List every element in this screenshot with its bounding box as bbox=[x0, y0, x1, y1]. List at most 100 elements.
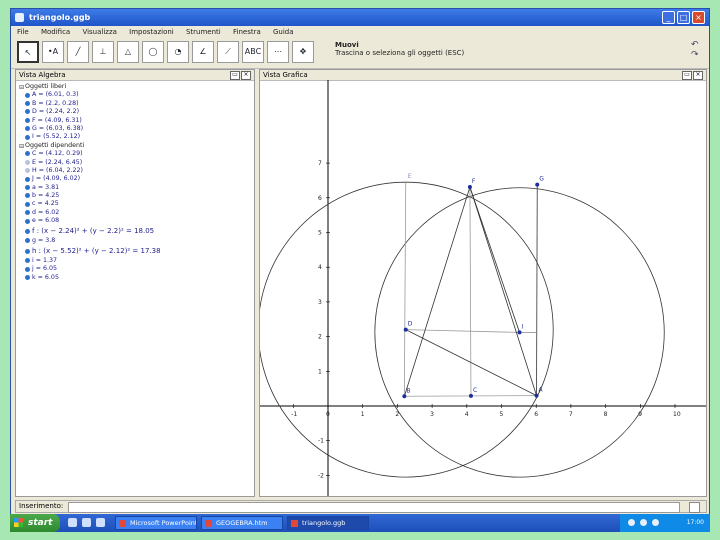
menu-edit[interactable]: Modifica bbox=[41, 28, 70, 36]
reflect-icon[interactable]: ⟋ bbox=[217, 41, 239, 63]
geometry-canvas[interactable]: -1 0 1 2 3 4 5 6 7 8 9 107654321-1-2EF GD IB C A bbox=[260, 80, 706, 496]
algebra-item[interactable]: F = (4.09, 6.31) bbox=[19, 117, 254, 125]
algebra-item[interactable]: j = 6.05 bbox=[19, 265, 254, 273]
algebra-group[interactable]: ⊟Oggetti liberi bbox=[19, 83, 254, 91]
menu-options[interactable]: Impostazioni bbox=[129, 28, 174, 36]
menu-help[interactable]: Guida bbox=[273, 28, 294, 36]
algebra-item[interactable]: C = (4.12, 0.29) bbox=[19, 150, 254, 158]
visibility-toggle-icon[interactable] bbox=[25, 210, 30, 216]
quicklaunch-desktop-icon[interactable] bbox=[82, 518, 91, 527]
algebra-item[interactable]: i = 1.37 bbox=[19, 257, 254, 265]
algebra-item[interactable]: f : (x − 2.24)² + (y − 2.2)² = 18.05 bbox=[19, 226, 254, 238]
input-help-icon[interactable] bbox=[689, 502, 700, 513]
circle-icon[interactable]: ◯ bbox=[142, 41, 164, 63]
algebra-item[interactable]: B = (2.2, 0.28) bbox=[19, 100, 254, 108]
visibility-toggle-icon[interactable] bbox=[25, 228, 30, 234]
algebra-item[interactable]: J = (4.09, 6.02) bbox=[19, 175, 254, 183]
undo-icon[interactable]: ↶ bbox=[691, 40, 705, 50]
y-tick-label: 6 bbox=[318, 195, 322, 202]
redo-icon[interactable]: ↷ bbox=[691, 50, 705, 60]
graphics-view[interactable]: Vista Grafica ▭ × -1 0 1 2 3 4 5 6 7 8 9 10 7 6 5 4 3 2 1-… bbox=[259, 69, 707, 497]
move-view-icon[interactable]: ✥ bbox=[292, 41, 314, 63]
algebra-item[interactable]: G = (6.03, 6.38) bbox=[19, 125, 254, 133]
quicklaunch-ie-icon[interactable] bbox=[68, 518, 77, 527]
menu-file[interactable]: File bbox=[17, 28, 29, 36]
algebra-item-text: D = (2.24, 2.2) bbox=[32, 108, 80, 116]
visibility-toggle-icon[interactable] bbox=[25, 248, 30, 254]
title-bar[interactable]: triangolo.ggb _ □ × bbox=[11, 9, 709, 26]
collapse-icon[interactable]: ⊟ bbox=[19, 84, 24, 92]
algebra-item[interactable]: E = (2.24, 6.45) bbox=[19, 159, 254, 167]
visibility-toggle-icon[interactable] bbox=[25, 117, 30, 123]
slider-icon[interactable]: ⋯ bbox=[267, 41, 289, 63]
visibility-toggle-icon[interactable] bbox=[25, 184, 30, 190]
algebra-item[interactable]: c = 4.25 bbox=[19, 200, 254, 208]
visibility-toggle-icon[interactable] bbox=[25, 168, 30, 174]
visibility-toggle-icon[interactable] bbox=[25, 193, 30, 199]
point-icon[interactable]: •A bbox=[42, 41, 64, 63]
system-tray: 17:00 bbox=[620, 514, 710, 532]
menu-window[interactable]: Finestra bbox=[233, 28, 261, 36]
collapse-icon[interactable]: ⊟ bbox=[19, 143, 24, 151]
segment-DI bbox=[405, 329, 520, 333]
visibility-toggle-icon[interactable] bbox=[25, 159, 30, 165]
menu-tools[interactable]: Strumenti bbox=[186, 28, 221, 36]
algebra-item[interactable]: H = (6.04, 2.22) bbox=[19, 167, 254, 175]
maximize-button[interactable]: □ bbox=[677, 11, 690, 24]
start-button[interactable]: start bbox=[10, 514, 60, 532]
algebra-group[interactable]: ⊟Oggetti dipendenti bbox=[19, 142, 254, 150]
input-field[interactable] bbox=[68, 502, 680, 513]
visibility-toggle-icon[interactable] bbox=[25, 101, 30, 107]
graphics-panel-menu-icon[interactable]: ▭ bbox=[682, 71, 692, 80]
visibility-toggle-icon[interactable] bbox=[25, 218, 30, 224]
text-icon[interactable]: ABC bbox=[242, 41, 264, 63]
y-tick-label: 2 bbox=[318, 334, 322, 341]
taskbar-app-icon bbox=[291, 520, 298, 527]
algebra-item[interactable]: a = 3.81 bbox=[19, 184, 254, 192]
angle-icon[interactable]: ∠ bbox=[192, 41, 214, 63]
visibility-toggle-icon[interactable] bbox=[25, 92, 30, 98]
polygon-icon[interactable]: △ bbox=[117, 41, 139, 63]
point-label-G: G bbox=[539, 176, 544, 183]
algebra-item[interactable]: h : (x − 5.52)² + (y − 2.12)² = 17.38 bbox=[19, 246, 254, 258]
panel-menu-icon[interactable]: ▭ bbox=[230, 71, 240, 80]
tray-network-icon[interactable] bbox=[628, 519, 635, 526]
algebra-item[interactable]: D = (2.24, 2.2) bbox=[19, 108, 254, 116]
algebra-item[interactable]: d = 6.02 bbox=[19, 209, 254, 217]
algebra-item[interactable]: k = 6.05 bbox=[19, 274, 254, 282]
taskbar-item[interactable]: GEOGEBRA.htm bbox=[201, 516, 283, 530]
quicklaunch-media-icon[interactable] bbox=[96, 518, 105, 527]
close-button[interactable]: × bbox=[692, 11, 705, 24]
visibility-toggle-icon[interactable] bbox=[25, 109, 30, 115]
algebra-item-text: j = 6.05 bbox=[32, 265, 58, 273]
visibility-toggle-icon[interactable] bbox=[25, 126, 30, 132]
algebra-item[interactable]: I = (5.52, 2.12) bbox=[19, 133, 254, 141]
algebra-item[interactable]: b = 4.25 bbox=[19, 192, 254, 200]
tray-volume-icon[interactable] bbox=[640, 519, 647, 526]
visibility-toggle-icon[interactable] bbox=[25, 258, 30, 264]
algebra-item[interactable]: A = (6.01, 0.3) bbox=[19, 91, 254, 99]
move-arrow-icon[interactable]: ↖ bbox=[17, 41, 39, 63]
menu-view[interactable]: Visualizza bbox=[82, 28, 116, 36]
arc-icon[interactable]: ◔ bbox=[167, 41, 189, 63]
minimize-button[interactable]: _ bbox=[662, 11, 675, 24]
algebra-item[interactable]: g = 3.8 bbox=[19, 237, 254, 245]
taskbar-item[interactable]: triangolo.ggb bbox=[287, 516, 369, 530]
algebra-item-text: d = 6.02 bbox=[32, 208, 60, 216]
visibility-toggle-icon[interactable] bbox=[25, 151, 30, 157]
visibility-toggle-icon[interactable] bbox=[25, 201, 30, 207]
visibility-toggle-icon[interactable] bbox=[25, 176, 30, 182]
panel-close-icon[interactable]: × bbox=[241, 71, 251, 80]
algebra-item[interactable]: e = 6.08 bbox=[19, 217, 254, 225]
visibility-toggle-icon[interactable] bbox=[25, 134, 30, 140]
visibility-toggle-icon[interactable] bbox=[25, 266, 30, 272]
visibility-toggle-icon[interactable] bbox=[25, 275, 30, 281]
taskbar-item[interactable]: Microsoft PowerPoint - ... bbox=[115, 516, 197, 530]
line-icon[interactable]: ╱ bbox=[67, 41, 89, 63]
visibility-toggle-icon[interactable] bbox=[25, 238, 30, 244]
graphics-panel-close-icon[interactable]: × bbox=[693, 71, 703, 80]
clock: 17:00 bbox=[686, 519, 704, 526]
perpendicular-icon[interactable]: ⊥ bbox=[92, 41, 114, 63]
tray-security-icon[interactable] bbox=[652, 519, 659, 526]
undo-redo: ↶ ↷ bbox=[691, 40, 705, 60]
